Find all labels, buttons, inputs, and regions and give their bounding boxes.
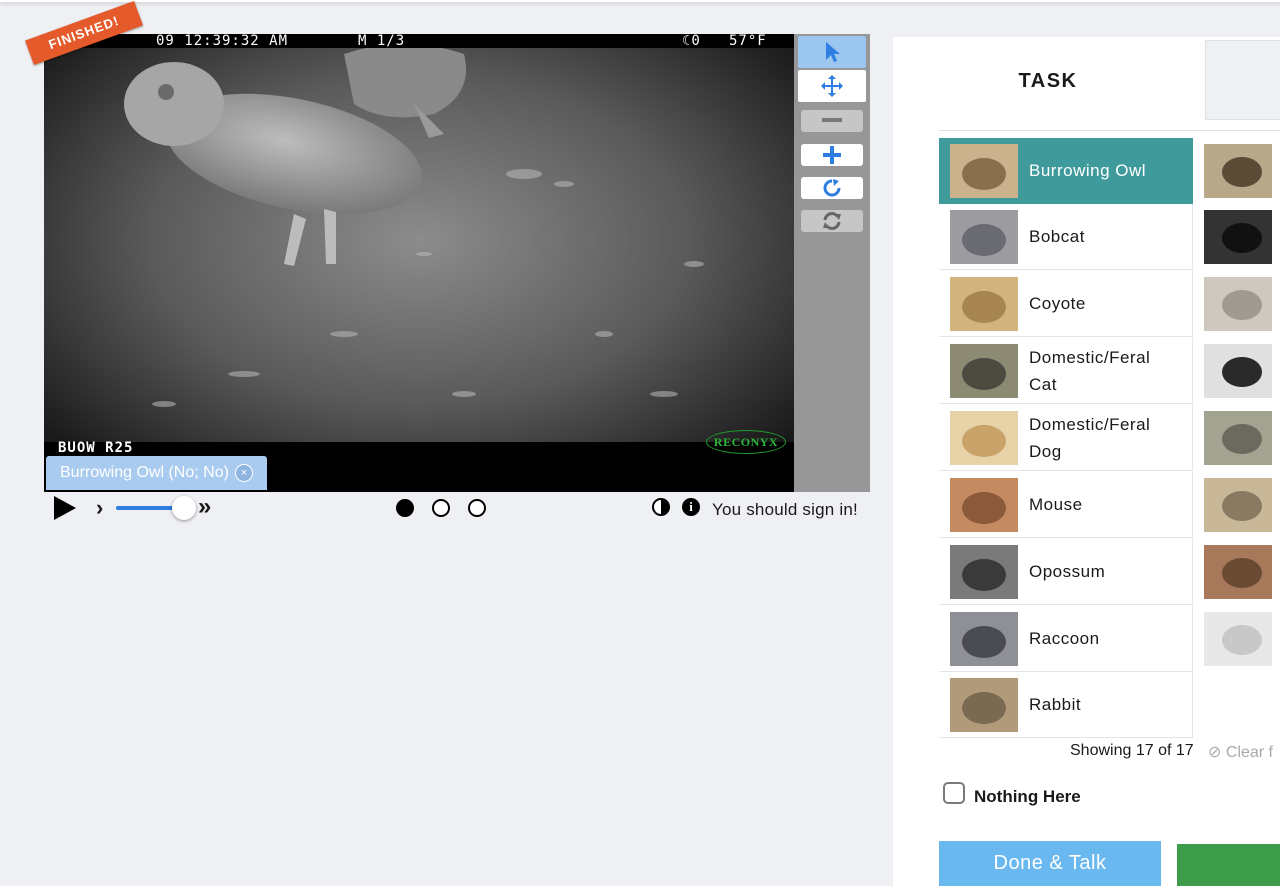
move-tool-button[interactable] (798, 70, 866, 102)
done-button[interactable] (1177, 844, 1280, 886)
species-choice-column-2[interactable] (1204, 405, 1280, 471)
frame-controls: › » i You should sign in! (44, 492, 870, 528)
species-choice-column-2[interactable] (1204, 539, 1280, 605)
annotation-chip[interactable]: Burrowing Owl (No; No) × (46, 456, 267, 490)
species-choice-label: Opossum (1029, 562, 1106, 581)
species-choice[interactable]: Mouse (939, 472, 1193, 538)
species-thumbnail (950, 544, 1018, 599)
species-choice[interactable]: Opossum (939, 539, 1193, 605)
frame-dot[interactable] (468, 499, 486, 517)
species-thumbnail (1204, 545, 1272, 599)
clear-filters-label: Clear f (1225, 744, 1273, 761)
species-choice[interactable]: Domestic/Feral Dog (939, 405, 1193, 471)
subject-viewer: 09 12:39:32 AM M 1/3 ☾0 57°F BUOW R25 RE… (25, 0, 870, 492)
species-choice[interactable]: Coyote (939, 271, 1193, 337)
done-and-talk-button[interactable]: Done & Talk (939, 841, 1161, 886)
zoom-out-button[interactable] (801, 110, 863, 132)
clear-filters-link[interactable]: ⊘ Clear f (1208, 742, 1273, 762)
task-panel: TASK Burrowing Owl Bobcat Coyote Domestic/F… (893, 37, 1280, 886)
species-thumbnail (1204, 411, 1272, 465)
sign-in-message: You should sign in! (712, 500, 858, 519)
species-thumbnail (1204, 344, 1272, 398)
reset-icon (823, 212, 841, 230)
species-thumbnail (950, 611, 1018, 666)
species-choice-label: Domestic/Feral Cat (1029, 347, 1151, 394)
species-choice[interactable]: Bobcat (939, 204, 1193, 270)
species-choice-label: Mouse (1029, 495, 1083, 514)
species-choice-column-2[interactable] (1204, 472, 1280, 538)
species-choice-column-2[interactable] (1204, 204, 1280, 270)
fast-speed-icon[interactable]: » (198, 493, 211, 521)
species-choice[interactable]: Rabbit (939, 672, 1193, 738)
frame-dot[interactable] (432, 499, 450, 517)
rotate-button[interactable] (801, 177, 863, 199)
nothing-here-checkbox[interactable] (943, 782, 965, 804)
tab-task[interactable]: TASK (893, 37, 1203, 125)
species-thumbnail (950, 677, 1018, 732)
frame-dot[interactable] (396, 499, 414, 517)
zoom-out-icon (822, 118, 842, 122)
tab-divider (939, 130, 1280, 131)
camera-id: BUOW R25 (58, 440, 134, 456)
species-choice-label: Burrowing Owl (1029, 161, 1147, 180)
species-thumbnail (950, 276, 1018, 331)
camera-timestamp: 09 12:39:32 AM (156, 34, 289, 49)
species-thumbnail (950, 410, 1018, 465)
species-thumbnail (950, 143, 1018, 198)
nothing-here-label[interactable]: Nothing Here (974, 787, 1081, 807)
species-choice-label: Rabbit (1029, 695, 1082, 714)
top-bar (0, 0, 1280, 2)
contrast-icon[interactable] (652, 498, 670, 516)
rotate-icon (823, 179, 841, 197)
species-choice-column-2[interactable] (1204, 338, 1280, 404)
zoom-in-button[interactable] (801, 144, 863, 166)
ban-icon: ⊘ (1208, 744, 1222, 761)
species-thumbnail (950, 477, 1018, 532)
species-thumbnail (950, 209, 1018, 264)
camera-info-bar: 09 12:39:32 AM M 1/3 ☾0 57°F (44, 34, 794, 48)
slow-speed-icon[interactable]: › (96, 495, 103, 521)
species-choice-column-2[interactable] (1204, 606, 1280, 672)
species-choice-label: Raccoon (1029, 629, 1100, 648)
camera-frame-label: M 1/3 (358, 34, 406, 49)
species-thumbnail (1204, 144, 1272, 198)
species-thumbnail (1204, 478, 1272, 532)
species-thumbnail (950, 343, 1018, 398)
camera-brand-logo: RECONYX (706, 430, 786, 454)
speed-slider-handle[interactable] (172, 496, 196, 520)
annotation-chip-label: Burrowing Owl (No; No) (60, 464, 229, 481)
species-choice[interactable]: Burrowing Owl (939, 138, 1193, 204)
species-thumbnail (1204, 612, 1272, 666)
species-choice-label: Bobcat (1029, 227, 1085, 246)
info-icon[interactable]: i (682, 498, 700, 516)
showing-count: Showing 17 of 17 (1070, 742, 1194, 759)
species-choice-column-2[interactable] (1204, 138, 1280, 204)
pointer-icon (826, 42, 840, 62)
zoom-in-icon (823, 146, 841, 164)
species-thumbnail (1204, 210, 1272, 264)
image-toolbar (794, 34, 870, 492)
pointer-tool-button[interactable] (798, 36, 866, 68)
play-icon[interactable] (54, 496, 76, 520)
tab-tutorial[interactable] (1205, 40, 1280, 120)
species-choice-label: Coyote (1029, 294, 1086, 313)
species-choice-column-2[interactable] (1204, 271, 1280, 337)
move-icon (821, 75, 843, 97)
species-thumbnail (1204, 277, 1272, 331)
species-choice-label: Domestic/Feral Dog (1029, 414, 1151, 461)
camera-moon-phase: ☾0 (682, 34, 701, 49)
close-icon[interactable]: × (234, 464, 253, 482)
camera-temperature: 57°F (729, 34, 767, 49)
reset-button[interactable] (801, 210, 863, 232)
camera-trap-image[interactable]: 09 12:39:32 AM M 1/3 ☾0 57°F BUOW R25 RE… (44, 34, 794, 492)
species-choice[interactable]: Raccoon (939, 606, 1193, 672)
species-choice[interactable]: Domestic/Feral Cat (939, 338, 1193, 404)
